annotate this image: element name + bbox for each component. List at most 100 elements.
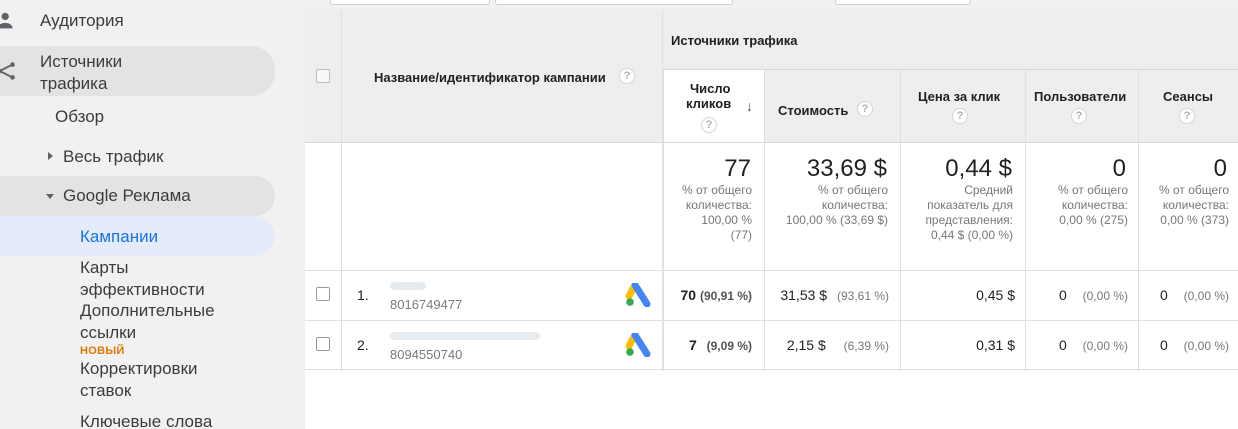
table-row: 2. 8094550740 7 (9,09 %) 2,15 $ (6,39 %)… [305, 320, 1238, 371]
row-checkbox-cell [305, 321, 342, 371]
row-sessions-value: 0 [1159, 337, 1168, 353]
campaign-name-redacted[interactable] [390, 282, 426, 290]
google-ads-icon [625, 333, 651, 357]
row-clicks-cell: 70 (90,91 %) [663, 271, 765, 321]
row-cost: 2,15 $ (6,39 %) [787, 337, 889, 353]
total-sessions-sub: % от общего [1159, 183, 1229, 197]
row-clicks-pct: (9,09 %) [706, 339, 752, 353]
row-number: 1. [357, 287, 369, 303]
caret-right-icon [48, 152, 53, 160]
total-clicks-value: 77 [724, 155, 751, 182]
totals-users-cell: 0 % от общего количества: 0,00 % (275) [1026, 143, 1139, 270]
row-sessions-cell: 0 (0,00 %) [1139, 321, 1238, 371]
column-header-clicks: кликов [686, 96, 732, 111]
sidebar-item-label: Источники [40, 52, 123, 71]
campaign-name-redacted[interactable] [390, 332, 540, 340]
total-clicks-sub: (77) [730, 228, 752, 242]
sidebar-item-google-ads[interactable]: Google Реклама [0, 176, 275, 216]
total-cost-sub: 100,00 % (33,69 $) [785, 213, 888, 227]
campaigns-table: Название/идентификатор кампании ? Источн… [305, 9, 1238, 371]
total-users-sub: % от общего [1058, 183, 1128, 197]
toolbar-strip [305, 0, 1238, 9]
row-clicks: 7 (9,09 %) [689, 337, 752, 353]
header-sessions-cell[interactable]: Сеансы ? [1139, 70, 1238, 143]
row-cpc-cell: 0,31 $ [901, 321, 1026, 371]
header-cpc-cell[interactable]: Цена за клик ? [901, 70, 1026, 143]
total-cpc-sub: Средний [964, 183, 1013, 197]
row-users-cell: 0 (0,00 %) [1026, 271, 1139, 321]
row-users: 0 (0,00 %) [1059, 337, 1128, 353]
sidebar-item-label: Дополнительные [80, 301, 215, 320]
totals-checkbox-cell [305, 143, 342, 270]
sidebar-item-bid-adjustments[interactable]: Корректировки ставок [0, 358, 275, 402]
help-icon[interactable]: ? [1071, 108, 1087, 124]
total-cost-sub: % от общего [818, 183, 888, 197]
total-cpc-sub: представления: [925, 213, 1013, 227]
row-users-value: 0 [1058, 337, 1067, 353]
row-checkbox[interactable] [316, 337, 330, 351]
sidebar-item-audience[interactable]: Аудитория [0, 8, 275, 34]
toolbar-control[interactable] [835, 0, 971, 5]
header-campaign-cell[interactable]: Название/идентификатор кампании ? [342, 9, 663, 143]
sidebar-item-treemaps[interactable]: Карты эффективности [0, 256, 275, 300]
row-number: 2. [357, 337, 369, 353]
sidebar-item-campaigns[interactable]: Кампании [0, 216, 275, 256]
sidebar-item-label: Google Реклама [63, 186, 191, 205]
select-all-checkbox[interactable] [316, 69, 330, 83]
header-users-cell[interactable]: Пользователи ? [1026, 70, 1139, 143]
totals-cpc-cell: 0,44 $ Средний показатель для представле… [901, 143, 1026, 270]
sidebar-item-acquisition[interactable]: Источники трафика [0, 46, 275, 96]
total-clicks-sub: % от общего [682, 183, 752, 197]
row-campaign-cell: 2. 8094550740 [342, 321, 663, 371]
header-cost-cell[interactable]: Стоимость ? [765, 70, 901, 143]
total-sessions-value: 0 [1213, 155, 1227, 182]
row-cost-pct: (93,61 %) [836, 289, 889, 303]
row-sessions: 0 (0,00 %) [1160, 337, 1229, 353]
row-cost: 31,53 $ (93,61 %) [780, 287, 889, 303]
totals-campaign-cell [342, 143, 663, 270]
help-icon[interactable]: ? [952, 108, 968, 124]
header-checkbox-cell [305, 9, 342, 143]
caret-down-icon [46, 194, 54, 199]
row-cost-cell: 31,53 $ (93,61 %) [765, 271, 901, 321]
row-sessions: 0 (0,00 %) [1160, 287, 1229, 303]
row-clicks-cell: 7 (9,09 %) [663, 321, 765, 371]
toolbar-control[interactable] [495, 0, 733, 5]
sidebar-item-sitelinks[interactable]: Дополнительные ссылки НОВЫЙ [0, 300, 275, 357]
row-checkbox[interactable] [316, 287, 330, 301]
row-users: 0 (0,00 %) [1059, 287, 1128, 303]
toolbar-control[interactable] [330, 0, 490, 5]
sidebar-item-label: Весь трафик [63, 147, 164, 166]
sidebar-item-label: Обзор [55, 107, 105, 126]
help-icon[interactable]: ? [857, 101, 873, 117]
total-cost-sub: количества: [821, 198, 888, 212]
help-icon[interactable]: ? [1179, 108, 1195, 124]
header-clicks-cell[interactable]: Число кликов ↓ ? [663, 70, 765, 143]
sidebar-nav: Аудитория Источники трафика Обзор Весь т… [0, 0, 305, 429]
row-cost-value: 31,53 $ [780, 287, 828, 303]
column-header-cost: Стоимость [778, 103, 849, 118]
column-header-cpc: Цена за клик [918, 89, 1001, 104]
total-sessions-sub: 0,00 % (373) [1160, 213, 1229, 227]
column-header-sessions: Сеансы [1163, 89, 1214, 104]
total-users-value: 0 [1112, 155, 1126, 182]
google-ads-icon [625, 283, 651, 307]
row-campaign-cell: 1. 8016749477 [342, 271, 663, 321]
sort-descending-icon[interactable]: ↓ [746, 98, 753, 114]
sidebar-item-overview[interactable]: Обзор [0, 104, 275, 130]
row-cpc-cell: 0,45 $ [901, 271, 1026, 321]
acquisition-icon [0, 62, 15, 80]
totals-cost-cell: 33,69 $ % от общего количества: 100,00 %… [765, 143, 901, 270]
header-group-acquisition: Источники трафика [663, 9, 1238, 70]
help-icon[interactable]: ? [619, 68, 635, 84]
column-header-users: Пользователи [1034, 89, 1127, 104]
row-users-value: 0 [1058, 287, 1067, 303]
sidebar-item-label: Аудитория [40, 11, 124, 30]
row-users-pct: (0,00 %) [1082, 339, 1128, 353]
help-icon[interactable]: ? [701, 117, 717, 133]
total-users-sub: количества: [1061, 198, 1128, 212]
sidebar-item-keywords[interactable]: Ключевые слова [0, 410, 275, 429]
sidebar-item-label: Ключевые слова [80, 412, 213, 429]
row-users-pct: (0,00 %) [1082, 289, 1128, 303]
sidebar-item-all-traffic[interactable]: Весь трафик [0, 144, 275, 170]
